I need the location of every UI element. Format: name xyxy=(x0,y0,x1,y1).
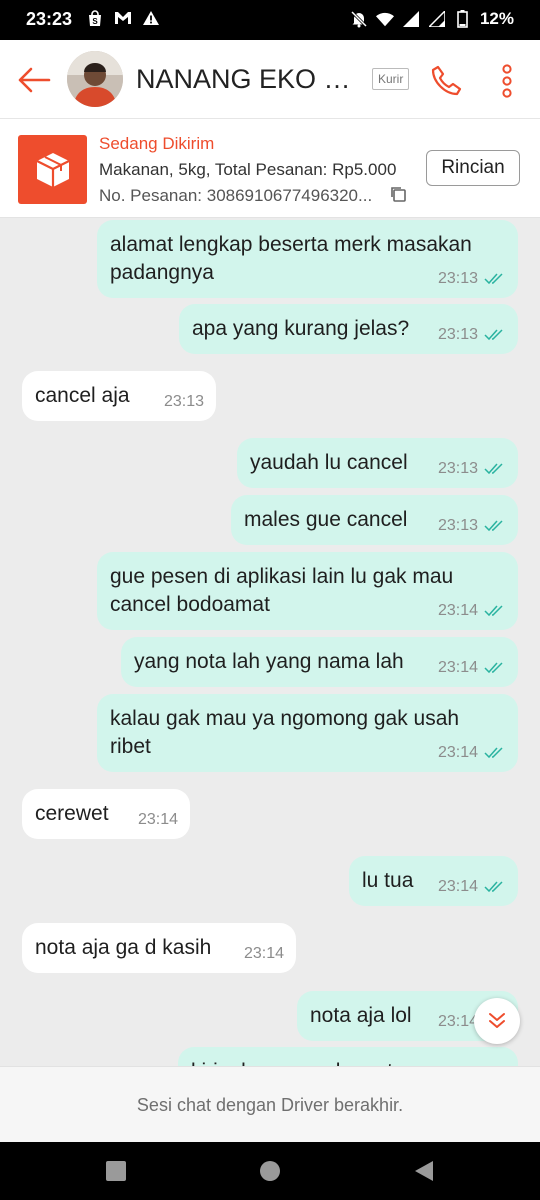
contact-name[interactable]: NANANG EKO P... xyxy=(136,64,356,95)
message-text: nota aja lol xyxy=(310,1004,412,1027)
back-button[interactable] xyxy=(14,60,54,100)
message-text: gue pesen di aplikasi lain lu gak mau xyxy=(110,565,454,588)
more-options-button[interactable] xyxy=(492,60,522,102)
order-card[interactable]: Sedang Dikirim Makanan, 5kg, Total Pesan… xyxy=(0,119,540,218)
message-bubble-outgoing[interactable]: males gue cancel 23:13 xyxy=(231,495,518,545)
chat-ended-text: Sesi chat dengan Driver berakhir. xyxy=(136,1094,404,1115)
message-bubble-incoming[interactable]: cerewet 23:14 xyxy=(22,789,190,839)
message-time: 23:13 xyxy=(437,270,478,287)
signal-icon xyxy=(428,10,446,28)
message-bubble-incoming[interactable]: cancel aja 23:13 xyxy=(22,371,216,421)
message-text: yang nota lah yang nama lah xyxy=(134,650,404,673)
message-time: 23:14 xyxy=(437,878,478,895)
message-bubble-outgoing[interactable]: apa yang kurang jelas? 23:13 xyxy=(179,304,518,354)
package-icon xyxy=(18,135,87,204)
more-vertical-icon xyxy=(502,64,512,98)
message-bubble-outgoing[interactable]: kalau gak mau ya ngomong gak usah ribet 2… xyxy=(97,694,518,772)
home-button[interactable] xyxy=(258,1159,282,1183)
message-bubble-outgoing[interactable]: gue pesen di aplikasi lain lu gak mau can… xyxy=(97,552,518,630)
details-button[interactable]: Rincian xyxy=(426,150,520,186)
message-text: apa yang kurang jelas? xyxy=(192,317,410,340)
read-receipt-icon xyxy=(484,463,503,475)
chat-header: NANANG EKO P... Kurir xyxy=(0,40,540,119)
battery-percentage: 12% xyxy=(479,9,514,28)
role-badge: Kurir xyxy=(372,68,410,90)
message-text: ribet xyxy=(110,735,151,758)
message-text: yaudah lu cancel xyxy=(250,451,408,474)
message-text: alamat lengkap beserta merk masakan xyxy=(110,233,472,256)
message-text: males gue cancel xyxy=(244,508,408,531)
message-text: cerewet xyxy=(35,802,109,825)
message-text: padangnya xyxy=(110,261,214,284)
wifi-icon xyxy=(375,10,394,28)
gmail-icon xyxy=(114,9,132,27)
order-number: No. Pesanan: 3086910677496320... xyxy=(99,186,373,205)
message-bubble-outgoing[interactable]: yaudah lu cancel 23:13 xyxy=(237,438,518,488)
shopee-bag-icon: S xyxy=(86,9,104,27)
read-receipt-icon xyxy=(484,662,503,674)
message-time: 23:14 xyxy=(437,659,478,676)
message-bubble-incoming[interactable]: nota aja ga d kasih 23:14 xyxy=(22,923,296,973)
read-receipt-icon xyxy=(484,329,503,341)
message-bubble-outgoing[interactable]: alamat lengkap beserta merk masakan padan… xyxy=(97,220,518,298)
message-time: 23:14 xyxy=(437,744,478,761)
message-time: 23:14 xyxy=(243,945,284,962)
status-time: 23:23 xyxy=(26,9,73,29)
scroll-to-bottom-button[interactable] xyxy=(474,998,520,1044)
read-receipt-icon xyxy=(484,881,503,893)
copy-icon[interactable] xyxy=(389,185,407,203)
message-bubble-outgoing[interactable]: kirim barang pake nota xyxy=(178,1047,518,1066)
circle-icon xyxy=(260,1161,280,1181)
order-description: Makanan, 5kg, Total Pesanan: Rp5.000 xyxy=(99,160,397,179)
message-text: cancel aja xyxy=(35,384,130,407)
read-receipt-icon xyxy=(484,747,503,759)
read-receipt-icon xyxy=(484,273,503,285)
mute-icon xyxy=(350,10,368,28)
message-text: lu tua xyxy=(362,869,414,892)
message-time: 23:14 xyxy=(137,811,178,828)
message-bubble-outgoing[interactable]: yang nota lah yang nama lah 23:14 xyxy=(121,637,518,687)
avatar[interactable] xyxy=(67,51,123,107)
message-time: 23:13 xyxy=(163,393,204,410)
back-nav-button[interactable] xyxy=(412,1159,436,1183)
message-text: cancel bodoamat xyxy=(110,593,270,616)
phone-icon xyxy=(431,65,462,96)
signal-icon xyxy=(402,10,420,28)
order-status: Sedang Dikirim xyxy=(99,134,215,153)
message-time: 23:14 xyxy=(437,602,478,619)
battery-icon xyxy=(454,10,472,28)
recent-apps-button[interactable] xyxy=(104,1159,128,1183)
call-button[interactable] xyxy=(426,60,468,102)
read-receipt-icon xyxy=(484,520,503,532)
navigation-bar xyxy=(0,1142,540,1200)
status-bar: 23:23 S 12% xyxy=(0,0,540,40)
read-receipt-icon xyxy=(484,605,503,617)
message-text: kirim barang pake nota xyxy=(191,1058,405,1066)
svg-text:S: S xyxy=(92,17,98,26)
message-time: 23:14 xyxy=(437,1013,478,1030)
chevron-double-down-icon xyxy=(489,1013,505,1028)
warning-icon xyxy=(142,9,160,27)
message-time: 23:13 xyxy=(437,517,478,534)
chat-ended-banner: Sesi chat dengan Driver berakhir. xyxy=(0,1066,540,1143)
back-arrow-icon xyxy=(18,67,51,93)
message-time: 23:13 xyxy=(437,460,478,477)
triangle-back-icon xyxy=(415,1161,433,1181)
chat-messages[interactable]: alamat lengkap beserta merk masakan padan… xyxy=(0,218,540,1066)
message-text: kalau gak mau ya ngomong gak usah xyxy=(110,707,460,730)
message-text: nota aja ga d kasih xyxy=(35,936,212,959)
message-time: 23:13 xyxy=(437,326,478,343)
square-icon xyxy=(106,1161,126,1181)
message-bubble-outgoing[interactable]: lu tua 23:14 xyxy=(349,856,518,906)
